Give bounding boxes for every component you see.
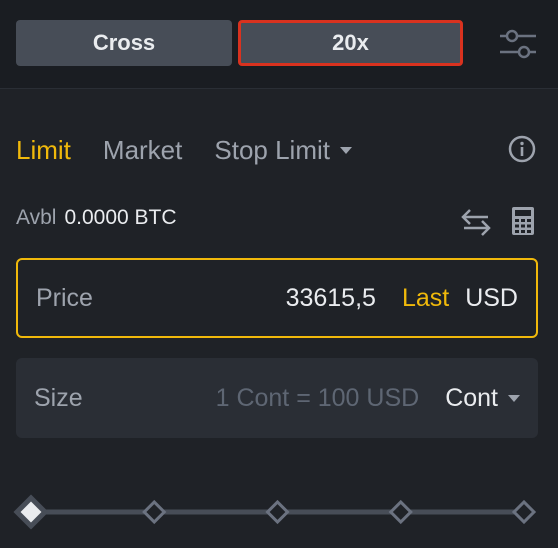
size-input[interactable]: Size 1 Cont = 100 USD Cont: [16, 358, 538, 438]
percentage-slider[interactable]: [0, 490, 558, 534]
available-label: Avbl: [16, 206, 57, 229]
slider-stop[interactable]: [142, 499, 167, 525]
slider-stop[interactable]: [511, 499, 537, 525]
tab-limit[interactable]: Limit: [16, 135, 71, 166]
margin-mode-button[interactable]: Cross: [16, 20, 232, 66]
chevron-down-icon: [508, 394, 520, 402]
calculator-icon[interactable]: [511, 206, 535, 236]
size-label: Size: [34, 383, 83, 412]
leverage-button[interactable]: 20x: [238, 20, 463, 66]
price-input[interactable]: Price 33615,5 Last USD: [16, 258, 538, 338]
tab-market-label: Market: [102, 134, 183, 165]
price-value: 33615,5: [285, 283, 376, 312]
size-placeholder: 1 Cont = 100 USD: [215, 383, 420, 412]
price-unit: USD: [465, 283, 518, 312]
last-price-button[interactable]: Last: [402, 284, 449, 313]
info-icon[interactable]: [508, 135, 536, 163]
swap-icon[interactable]: [460, 207, 492, 237]
tab-stop-limit[interactable]: Stop Limit: [214, 135, 352, 166]
tab-stop-limit-label: Stop Limit: [214, 134, 330, 165]
slider-stop[interactable]: [265, 499, 290, 525]
slider-stop[interactable]: [388, 499, 413, 525]
price-label: Price: [36, 283, 93, 312]
tab-limit-label: Limit: [16, 134, 71, 165]
size-unit-dropdown[interactable]: Cont: [445, 384, 520, 413]
order-type-tabs: Limit Market Stop Limit: [16, 130, 384, 170]
available-value: 0.0000 BTC: [64, 206, 177, 229]
settings-sliders-icon[interactable]: [498, 26, 538, 62]
chevron-down-icon: [339, 146, 352, 154]
available-balance: Avbl 0.0000 BTC: [16, 206, 177, 230]
tab-market[interactable]: Market: [103, 135, 182, 166]
size-unit-label: Cont: [445, 383, 498, 412]
slider-thumb[interactable]: [13, 494, 49, 530]
